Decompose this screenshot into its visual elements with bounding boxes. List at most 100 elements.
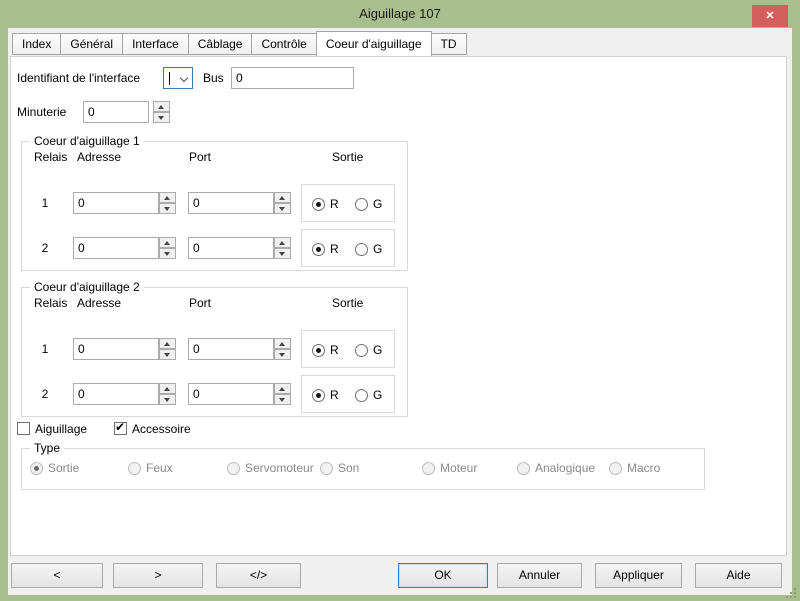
radio-label: Moteur xyxy=(440,461,477,475)
type-radio-moteur: Moteur xyxy=(422,461,477,475)
sortie-radio-g[interactable]: G xyxy=(355,388,382,402)
spinner-down-icon[interactable] xyxy=(159,394,176,405)
radio-label: Servomoteur xyxy=(245,461,314,475)
minuterie-input[interactable] xyxy=(83,101,149,123)
spinner-up-icon[interactable] xyxy=(159,338,176,349)
check-icon: ✔ xyxy=(115,420,125,435)
adresse-header: Adresse xyxy=(77,150,121,165)
accessoire-checkbox[interactable]: ✔ Accessoire xyxy=(114,421,191,436)
tab-page: Identifiant de l'interface Bus Minuterie… xyxy=(10,56,787,556)
sortie-header: Sortie xyxy=(332,150,363,165)
spinner-down-icon[interactable] xyxy=(159,203,176,214)
radio-label: G xyxy=(373,242,382,256)
tab-td[interactable]: TD xyxy=(431,33,467,55)
next-button[interactable]: > xyxy=(113,563,203,588)
group-title: Coeur d'aiguillage 1 xyxy=(30,134,144,149)
sortie-radio-g[interactable]: G xyxy=(355,242,382,256)
tab-controle[interactable]: Contrôle xyxy=(251,33,316,55)
minuterie-spinner xyxy=(153,101,170,123)
radio-icon xyxy=(320,462,333,475)
radio-icon xyxy=(312,344,325,357)
port-input[interactable] xyxy=(188,237,274,259)
spinner-down-icon[interactable] xyxy=(274,394,291,405)
sortie-radio-r[interactable]: R xyxy=(312,197,339,211)
spinner-up-icon[interactable] xyxy=(159,237,176,248)
code-button[interactable]: </> xyxy=(216,563,301,588)
resize-grip[interactable] xyxy=(784,586,796,598)
port-input[interactable] xyxy=(188,383,274,405)
adresse-input[interactable] xyxy=(73,383,159,405)
checkbox-label: Aiguillage xyxy=(35,422,87,436)
close-icon: ✕ xyxy=(765,10,774,22)
relais-row: 2 R G xyxy=(22,229,407,267)
sortie-radio-g[interactable]: G xyxy=(355,343,382,357)
spinner-up-icon[interactable] xyxy=(274,383,291,394)
type-group-title: Type xyxy=(30,441,64,456)
relais-number: 2 xyxy=(36,229,54,267)
relais-number: 1 xyxy=(36,330,54,368)
adresse-spinner xyxy=(159,383,176,405)
port-input[interactable] xyxy=(188,192,274,214)
interface-id-combobox[interactable] xyxy=(163,67,193,89)
radio-icon xyxy=(312,389,325,402)
sortie-panel: R G xyxy=(301,330,395,368)
sortie-radio-r[interactable]: R xyxy=(312,242,339,256)
sortie-radio-r[interactable]: R xyxy=(312,388,339,402)
radio-label: R xyxy=(330,242,339,256)
radio-label: Analogique xyxy=(535,461,595,475)
ok-button[interactable]: OK xyxy=(398,563,488,588)
spinner-down-icon[interactable] xyxy=(274,203,291,214)
tab-coeur-aiguillage[interactable]: Coeur d'aiguillage xyxy=(316,31,432,56)
titlebar: Aiguillage 107 xyxy=(0,0,800,28)
adresse-input[interactable] xyxy=(73,338,159,360)
adresse-input[interactable] xyxy=(73,237,159,259)
spinner-down-icon[interactable] xyxy=(159,349,176,360)
dialog-client-area: Index Général Interface Câblage Contrôle… xyxy=(8,28,792,595)
aiguillage-checkbox[interactable]: ✔ Aiguillage xyxy=(17,421,87,436)
sortie-radio-r[interactable]: R xyxy=(312,343,339,357)
type-radio-son: Son xyxy=(320,461,359,475)
minuterie-label: Minuterie xyxy=(17,101,66,123)
sortie-radio-g[interactable]: G xyxy=(355,197,382,211)
adresse-input[interactable] xyxy=(73,192,159,214)
close-button[interactable]: ✕ xyxy=(752,5,788,27)
spinner-down-icon[interactable] xyxy=(159,248,176,259)
spinner-down-icon[interactable] xyxy=(274,248,291,259)
adresse-header: Adresse xyxy=(77,296,121,311)
bus-input[interactable] xyxy=(231,67,354,89)
spinner-up-icon[interactable] xyxy=(274,237,291,248)
spinner-up-icon[interactable] xyxy=(159,383,176,394)
spinner-down-icon[interactable] xyxy=(153,112,170,123)
sortie-panel: R G xyxy=(301,375,395,413)
spinner-down-icon[interactable] xyxy=(274,349,291,360)
sortie-panel: R G xyxy=(301,184,395,222)
radio-icon xyxy=(128,462,141,475)
apply-button[interactable]: Appliquer xyxy=(595,563,682,588)
help-button[interactable]: Aide xyxy=(695,563,782,588)
port-input[interactable] xyxy=(188,338,274,360)
type-radio-feux: Feux xyxy=(128,461,173,475)
cancel-button[interactable]: Annuler xyxy=(497,563,582,588)
tab-index[interactable]: Index xyxy=(12,33,61,55)
spinner-up-icon[interactable] xyxy=(159,192,176,203)
checkbox-icon: ✔ xyxy=(114,422,127,435)
type-radio-macro: Macro xyxy=(609,461,660,475)
tab-interface[interactable]: Interface xyxy=(122,33,189,55)
group-title: Coeur d'aiguillage 2 xyxy=(30,280,144,295)
tab-general[interactable]: Général xyxy=(60,33,123,55)
type-radio-sortie: Sortie xyxy=(30,461,79,475)
sortie-header: Sortie xyxy=(332,296,363,311)
radio-icon xyxy=(227,462,240,475)
radio-label: Sortie xyxy=(48,461,79,475)
relais-number: 1 xyxy=(36,184,54,222)
spinner-up-icon[interactable] xyxy=(274,338,291,349)
sortie-panel: R G xyxy=(301,229,395,267)
radio-label: Son xyxy=(338,461,359,475)
tab-cablage[interactable]: Câblage xyxy=(188,33,253,55)
port-spinner xyxy=(274,383,291,405)
prev-button[interactable]: < xyxy=(11,563,103,588)
spinner-up-icon[interactable] xyxy=(153,101,170,112)
coeur-aiguillage-1-group: Coeur d'aiguillage 1 Relais Adresse Port… xyxy=(21,141,408,271)
spinner-up-icon[interactable] xyxy=(274,192,291,203)
type-radio-analogique: Analogique xyxy=(517,461,595,475)
